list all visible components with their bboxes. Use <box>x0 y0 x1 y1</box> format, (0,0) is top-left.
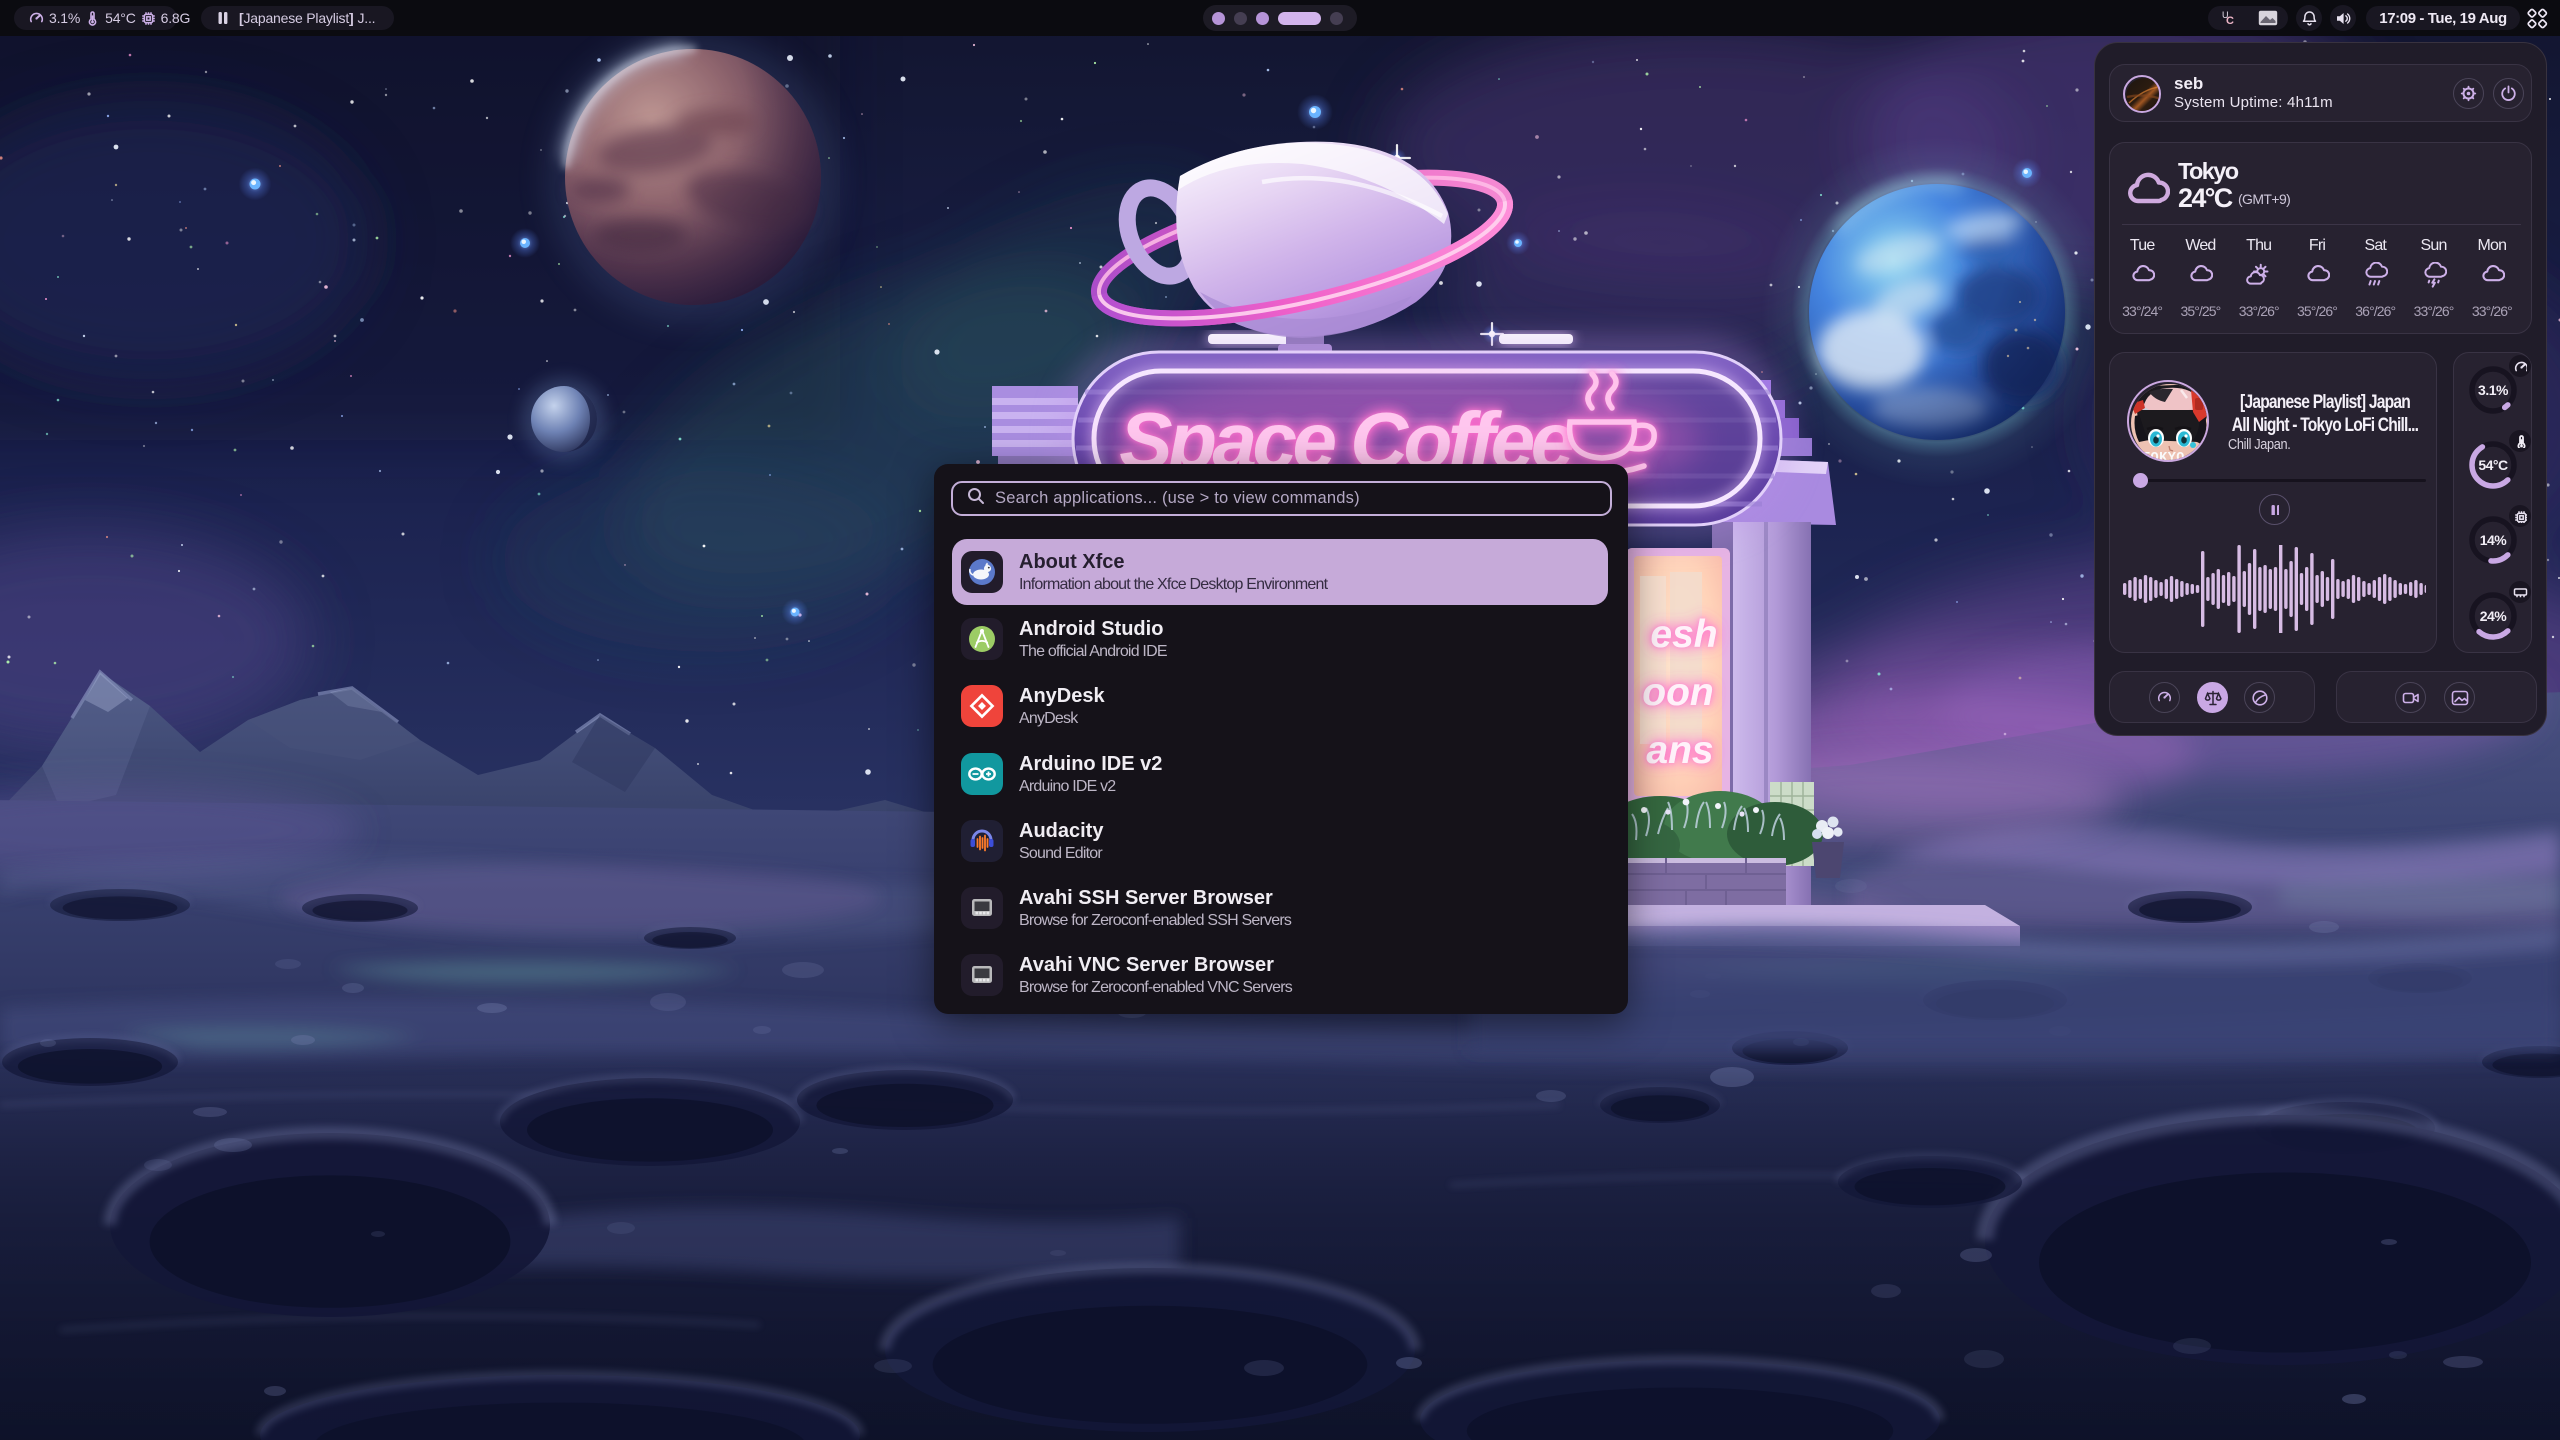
svg-text:ans: ans <box>1646 729 1713 772</box>
svg-text:C: C <box>2226 15 2234 27</box>
svg-text:esh: esh <box>1650 613 1717 656</box>
svg-text:oon: oon <box>1642 671 1713 714</box>
svg-text:TOKYO L: TOKYO L <box>2142 451 2202 462</box>
